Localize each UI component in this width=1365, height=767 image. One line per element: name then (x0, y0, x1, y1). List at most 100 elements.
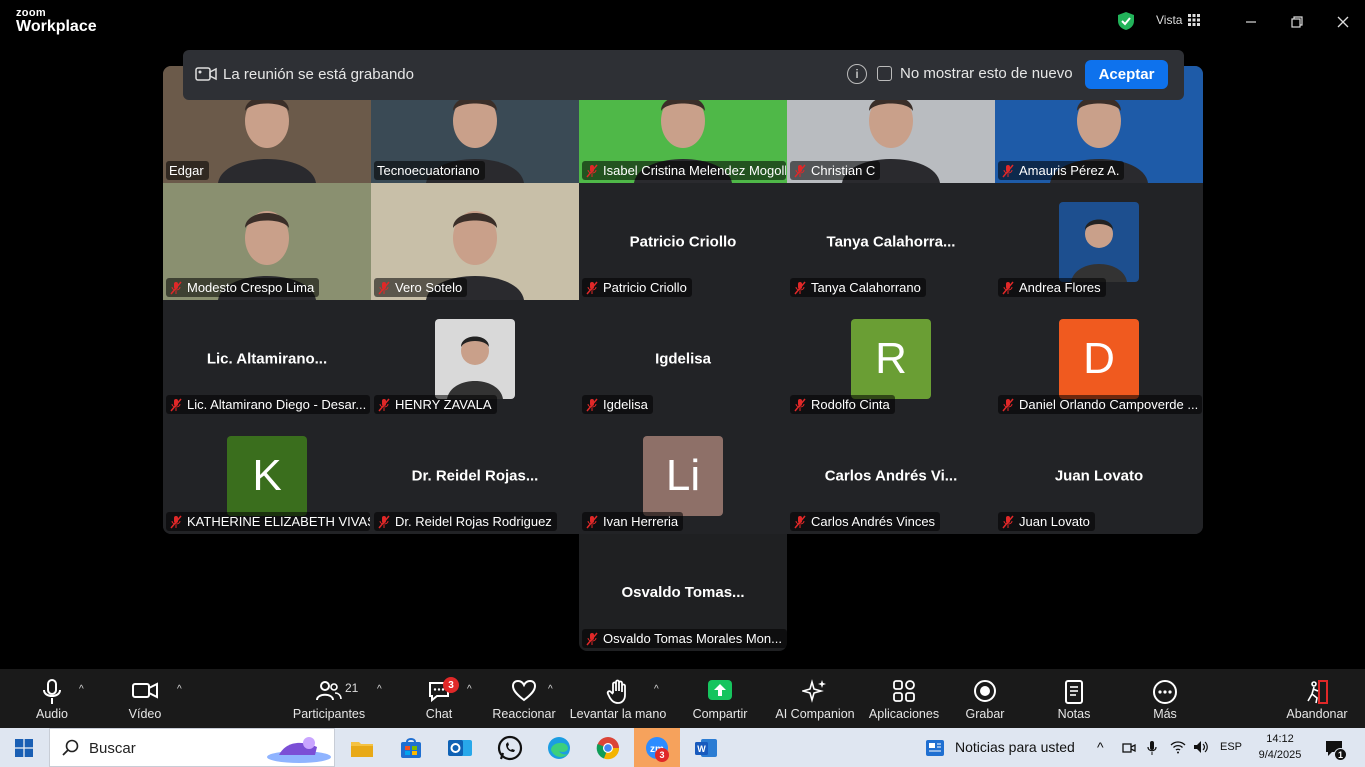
muted-mic-icon (586, 632, 598, 645)
participant-name: Daniel Orlando Campoverde ... (1019, 397, 1199, 412)
participant-name: Tecnoecuatoriano (377, 163, 480, 178)
outlook-icon[interactable] (446, 734, 474, 762)
muted-mic-icon (586, 164, 598, 177)
muted-mic-icon (1002, 281, 1014, 294)
meeting-toolbar: Audio ^ Vídeo ^ Participantes 21 ^ Chat … (0, 669, 1365, 728)
title-bar: zoom Workplace Vista (0, 0, 1365, 44)
react-options-caret[interactable]: ^ (548, 684, 558, 695)
restore-button[interactable] (1285, 10, 1309, 34)
meet-icon[interactable] (1122, 740, 1136, 756)
audio-options-caret[interactable]: ^ (79, 684, 89, 695)
muted-mic-icon (794, 164, 806, 177)
avatar-initials: D (1059, 319, 1139, 399)
participant-tile[interactable]: Osvaldo Tomas... Osvaldo Tomas Morales M… (579, 534, 787, 651)
wifi-icon[interactable] (1170, 740, 1186, 754)
participant-label: Rodolfo Cinta (790, 395, 895, 414)
audio-button[interactable]: Audio (22, 669, 82, 728)
avatar-initials: R (851, 319, 931, 399)
participant-name: Andrea Flores (1019, 280, 1101, 295)
participant-tile[interactable]: Dr. Reidel Rojas... Dr. Reidel Rojas Rodr… (371, 417, 579, 534)
windows-start-icon[interactable] (15, 739, 33, 757)
participant-name: HENRY ZAVALA (395, 397, 492, 412)
participant-tile[interactable]: Tanya Calahorra... Tanya Calahorrano (787, 183, 995, 300)
chrome-icon[interactable] (594, 734, 622, 762)
notification-badge: 1 (1334, 748, 1347, 761)
participant-name: Christian C (811, 163, 876, 178)
apps-button[interactable]: Aplicaciones (869, 669, 939, 728)
participant-name: Dr. Reidel Rojas Rodriguez (395, 514, 552, 529)
mic-tray-icon[interactable] (1146, 740, 1158, 756)
participants-label: Participantes (292, 707, 366, 721)
ai-companion-label: AI Companion (775, 707, 855, 721)
accept-button[interactable]: Aceptar (1085, 60, 1168, 89)
raise-hand-options-caret[interactable]: ^ (654, 684, 664, 695)
participant-label: Edgar (166, 161, 209, 180)
view-label[interactable]: Vista (1156, 13, 1182, 27)
news-icon[interactable] (924, 737, 946, 759)
participant-tile[interactable]: R Rodolfo Cinta (787, 300, 995, 417)
windows-taskbar: Buscar zm 3 W Noticias para usted ^ ESP … (0, 728, 1365, 767)
participant-label: Vero Sotelo (374, 278, 468, 297)
participant-center-name: Juan Lovato (1054, 467, 1144, 484)
video-button[interactable]: Vídeo (115, 669, 175, 728)
news-widget[interactable]: Noticias para usted (955, 739, 1075, 755)
participants-options-caret[interactable]: ^ (377, 684, 387, 695)
chat-options-caret[interactable]: ^ (467, 684, 477, 695)
dont-show-label[interactable]: No mostrar esto de nuevo (900, 65, 1073, 82)
info-icon[interactable]: i (847, 64, 867, 84)
participant-center-name: Lic. Altamirano... (206, 350, 328, 367)
muted-mic-icon (1002, 164, 1014, 177)
apps-icon (893, 680, 915, 702)
participant-label: Isabel Cristina Melendez Mogoll... (582, 161, 786, 180)
participant-label: Tecnoecuatoriano (374, 161, 485, 180)
share-button[interactable]: Compartir (690, 669, 750, 728)
shield-icon[interactable] (1117, 11, 1135, 31)
avatar-initials: Li (643, 436, 723, 516)
ai-companion-button[interactable]: AI Companion (775, 669, 855, 728)
participant-tile[interactable]: D Daniel Orlando Campoverde ... (995, 300, 1203, 417)
participant-tile[interactable]: Juan Lovato Juan Lovato (995, 417, 1203, 534)
more-button[interactable]: Más (1143, 669, 1187, 728)
clock[interactable]: 14:12 9/4/2025 (1258, 731, 1302, 763)
edge-icon[interactable] (545, 734, 573, 762)
notes-button[interactable]: Notas (1052, 669, 1096, 728)
participants-button[interactable]: Participantes (292, 669, 366, 728)
dont-show-checkbox[interactable] (877, 66, 892, 81)
participant-tile[interactable]: Li Ivan Herreria (579, 417, 787, 534)
audio-label: Audio (36, 707, 68, 721)
taskbar-search[interactable]: Buscar (49, 728, 335, 767)
word-icon[interactable]: W (692, 734, 720, 762)
store-icon[interactable] (397, 734, 425, 762)
muted-mic-icon (586, 281, 598, 294)
language-indicator[interactable]: ESP (1220, 741, 1242, 753)
raise-hand-button[interactable]: Levantar la mano (570, 669, 666, 728)
participant-tile[interactable]: K KATHERINE ELIZABETH VIVAS ... (163, 417, 371, 534)
tray-chevron-icon[interactable]: ^ (1097, 739, 1104, 755)
hand-icon (606, 679, 626, 704)
close-button[interactable] (1331, 10, 1355, 34)
heart-icon (511, 679, 537, 702)
zoom-window: zoom Workplace Vista Edgar Tecnoecuatoria… (0, 0, 1365, 728)
participant-tile[interactable]: Andrea Flores (995, 183, 1203, 300)
participant-tile[interactable]: HENRY ZAVALA (371, 300, 579, 417)
participant-center-name: Dr. Reidel Rojas... (411, 467, 539, 484)
participant-tile[interactable]: Carlos Andrés Vi... Carlos Andrés Vinces (787, 417, 995, 534)
grid-view-icon[interactable] (1188, 14, 1200, 26)
leave-button[interactable]: Abandonar (1286, 669, 1348, 728)
participant-label: Ivan Herreria (582, 512, 684, 531)
react-button[interactable]: Reaccionar (492, 669, 556, 728)
video-options-caret[interactable]: ^ (177, 684, 187, 695)
volume-icon[interactable] (1193, 740, 1209, 754)
file-explorer-icon[interactable] (348, 734, 376, 762)
participant-tile[interactable]: Igdelisa Igdelisa (579, 300, 787, 417)
whatsapp-icon[interactable] (496, 734, 524, 762)
minimize-button[interactable] (1239, 10, 1263, 34)
microphone-icon (43, 679, 61, 704)
participant-tile[interactable]: Lic. Altamirano... Lic. Altamirano Diego … (163, 300, 371, 417)
participant-tile[interactable]: Patricio Criollo Patricio Criollo (579, 183, 787, 300)
participant-tile[interactable]: Modesto Crespo Lima (163, 183, 371, 300)
gallery-view: Edgar Tecnoecuatoriano Isabel Cristina Mel… (163, 66, 1203, 534)
muted-mic-icon (586, 398, 598, 411)
record-button[interactable]: Grabar (962, 669, 1008, 728)
participant-tile[interactable]: Vero Sotelo (371, 183, 579, 300)
